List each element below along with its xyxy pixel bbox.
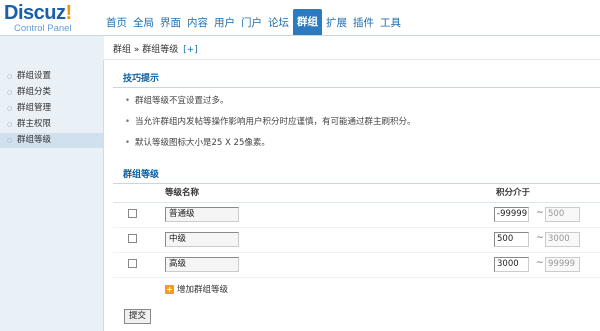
nav-tab[interactable]: 首页: [104, 12, 129, 35]
sub-bar: 群组 » 群组等级 [+]: [0, 35, 600, 60]
sidebar: 群组设置群组分类群组管理群主权限群组等级: [0, 60, 104, 331]
column-level-name: 等级名称: [165, 188, 200, 198]
sidebar-item[interactable]: 群组管理: [0, 101, 103, 116]
table-row: 普通级 -99999 ~500: [113, 203, 600, 228]
nav-tab[interactable]: 工具: [378, 12, 403, 35]
table-row: 高级 3000 ~99999: [113, 253, 600, 278]
table-row: 中级 500 ~3000: [113, 228, 600, 253]
logo: Discuz! Control Panel: [4, 3, 104, 34]
delete-checkbox[interactable]: [128, 209, 137, 218]
plus-icon: +: [165, 285, 174, 294]
tip-item: 群组等级不宜设置过多。: [123, 92, 600, 113]
points-from-input[interactable]: 3000: [494, 257, 529, 272]
column-points-range: 积分介于: [496, 188, 531, 198]
tips-heading: 技巧提示: [113, 71, 600, 88]
points-to-input: 500: [545, 207, 580, 222]
delete-checkbox[interactable]: [128, 234, 137, 243]
nav-tab[interactable]: 全局: [131, 12, 156, 35]
logo-subtitle: Control Panel: [14, 23, 72, 34]
points-from-input[interactable]: 500: [494, 232, 529, 247]
level-name-input[interactable]: 中级: [165, 232, 239, 247]
add-level-link[interactable]: + 增加群组等级: [165, 283, 228, 297]
level-name-input[interactable]: 高级: [165, 257, 239, 272]
nav-tab[interactable]: 内容: [185, 12, 210, 35]
levels-heading: 群组等级: [113, 167, 600, 184]
sidebar-item[interactable]: 群主权限: [0, 117, 103, 132]
points-to-input: 3000: [545, 232, 580, 247]
level-name-input[interactable]: 普通级: [165, 207, 239, 222]
tip-item: 默认等级图标大小是25 X 25像素。: [123, 134, 600, 155]
nav-tab[interactable]: 扩展: [324, 12, 349, 35]
logo-title: Discuz!: [4, 2, 72, 24]
add-shortcut-link[interactable]: [+]: [183, 45, 198, 55]
tip-item: 当允许群组内发帖等操作影响用户积分时应谨慎，有可能通过群主刷积分。: [123, 113, 600, 134]
breadcrumb-current: 群组等级: [142, 45, 179, 55]
submit-button[interactable]: 提交: [124, 309, 152, 324]
breadcrumb: 群组 » 群组等级 [+]: [113, 42, 198, 55]
range-separator: ~: [536, 233, 544, 243]
top-nav: 首页 全局 界面 内容 用户 门户 论坛 群组 扩展 插件 工具: [104, 7, 405, 35]
points-to-input: 99999: [545, 257, 580, 272]
range-separator: ~: [536, 258, 544, 268]
sidebar-item[interactable]: 群组分类: [0, 85, 103, 100]
nav-tab[interactable]: 门户: [239, 12, 264, 35]
points-from-input[interactable]: -99999: [494, 207, 529, 222]
main-content: 技巧提示 群组等级不宜设置过多。当允许群组内发帖等操作影响用户积分时应谨慎，有可…: [113, 71, 600, 331]
sidebar-item[interactable]: 群组设置: [0, 69, 103, 84]
nav-tab[interactable]: 界面: [158, 12, 183, 35]
tips-list: 群组等级不宜设置过多。当允许群组内发帖等操作影响用户积分时应谨慎，有可能通过群主…: [113, 88, 600, 155]
nav-tab[interactable]: 群组: [293, 9, 322, 35]
sidebar-list: 群组设置群组分类群组管理群主权限群组等级: [0, 60, 103, 148]
nav-tab[interactable]: 用户: [212, 12, 237, 35]
delete-checkbox[interactable]: [128, 259, 137, 268]
nav-tab[interactable]: 论坛: [266, 12, 291, 35]
breadcrumb-root[interactable]: 群组: [113, 45, 131, 55]
levels-table: 普通级 -99999 ~500 中级 500 ~3000 高级 3000 ~99999: [113, 203, 600, 278]
sidebar-item[interactable]: 群组等级: [0, 133, 103, 148]
nav-tab[interactable]: 插件: [351, 12, 376, 35]
header: Discuz! Control Panel 首页 全局 界面 内容 用户 门户 论坛 群组 扩展…: [0, 0, 600, 35]
add-level-label: 增加群组等级: [177, 285, 229, 295]
range-separator: ~: [536, 208, 544, 218]
table-header: 等级名称 积分介于: [113, 184, 600, 203]
breadcrumb-separator: »: [133, 45, 140, 55]
